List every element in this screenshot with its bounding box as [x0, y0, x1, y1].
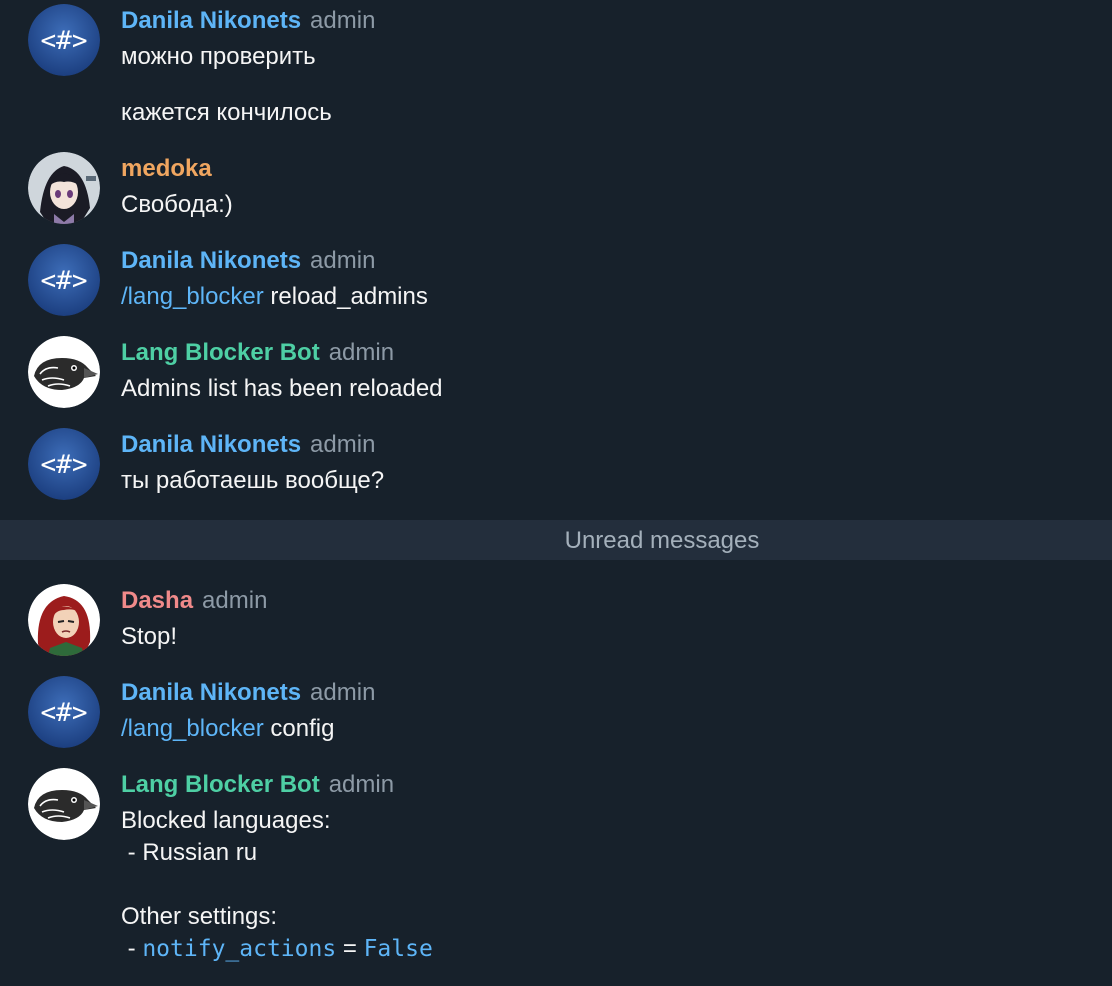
message-text: Blocked languages: — [121, 807, 331, 834]
message-text: Свобода:) — [121, 191, 233, 218]
danila-avatar[interactable]: <#> — [28, 676, 100, 748]
bot-command-link[interactable]: /lang_blocker — [121, 715, 264, 742]
hash-code-avatar-icon: <#> — [28, 244, 100, 316]
author-name[interactable]: Danila Nikonets — [121, 431, 301, 458]
bot-avatar[interactable] — [28, 336, 100, 408]
role-badge: admin — [310, 679, 376, 706]
svg-text:<#>: <#> — [41, 698, 88, 728]
message-text: - notify_actions = False — [121, 933, 433, 965]
hash-code-avatar-icon: <#> — [28, 428, 100, 500]
chat-history: <#> Danila Nikonets admin можно проверить… — [0, 0, 1112, 986]
message-header: Dasha admin — [121, 586, 267, 616]
setting-key[interactable]: notify_actions — [142, 936, 336, 962]
svg-text:<#>: <#> — [41, 450, 88, 480]
message-header: Danila Nikonets admin — [121, 678, 375, 708]
message-header: Danila Nikonets admin — [121, 246, 375, 276]
message-text: Other settings: — [121, 903, 278, 930]
author-name[interactable]: Lang Blocker Bot — [121, 771, 320, 798]
hash-code-avatar-icon: <#> — [28, 676, 100, 748]
author-name[interactable]: Danila Nikonets — [121, 7, 301, 34]
role-badge: admin — [202, 587, 268, 614]
message-text: /lang_blocker config — [121, 713, 334, 745]
role-badge: admin — [328, 339, 395, 366]
setting-dash: - — [121, 935, 143, 962]
bird-avatar-icon — [28, 336, 100, 408]
red-hair-girl-avatar-icon — [28, 584, 100, 656]
message-text: можно проверить — [121, 43, 316, 70]
author-name[interactable]: Dasha — [121, 587, 193, 614]
message-header: Danila Nikonets admin — [121, 6, 375, 36]
role-badge: admin — [310, 431, 376, 458]
message-header: Danila Nikonets admin — [121, 430, 375, 460]
bird-avatar-icon — [28, 768, 100, 840]
message-text: - Russian ru — [121, 839, 258, 866]
dasha-avatar[interactable] — [28, 584, 100, 656]
role-badge: admin — [328, 771, 395, 798]
bot-avatar[interactable] — [28, 768, 100, 840]
author-name[interactable]: medoka — [121, 155, 212, 182]
message-text: кажется кончилось — [121, 99, 332, 126]
role-badge: admin — [310, 247, 376, 274]
message-text: Stop! — [121, 623, 178, 650]
author-name[interactable]: Danila Nikonets — [121, 247, 301, 274]
command-args: config — [263, 715, 335, 742]
unread-messages-label: Unread messages — [564, 527, 760, 554]
svg-text:<#>: <#> — [41, 26, 88, 56]
message-header: Lang Blocker Bot admin — [121, 338, 394, 368]
danila-avatar[interactable]: <#> — [28, 4, 100, 76]
author-name[interactable]: Lang Blocker Bot — [121, 339, 320, 366]
message-text: ты работаешь вообще? — [121, 467, 385, 494]
setting-value[interactable]: False — [364, 936, 433, 962]
bot-command-link[interactable]: /lang_blocker — [121, 283, 264, 310]
command-args: reload_admins — [263, 283, 428, 310]
danila-avatar[interactable]: <#> — [28, 428, 100, 500]
medoka-avatar[interactable] — [28, 152, 100, 224]
anime-girl-avatar-icon — [28, 152, 100, 224]
unread-messages-divider: Unread messages — [0, 520, 1112, 560]
hash-code-avatar-icon: <#> — [28, 4, 100, 76]
message-header: medoka — [121, 154, 212, 184]
setting-equals: = — [336, 935, 364, 962]
message-text: Admins list has been reloaded — [121, 375, 443, 402]
message-text: /lang_blocker reload_admins — [121, 281, 428, 313]
message-header: Lang Blocker Bot admin — [121, 770, 394, 800]
role-badge: admin — [310, 7, 376, 34]
author-name[interactable]: Danila Nikonets — [121, 679, 301, 706]
danila-avatar[interactable]: <#> — [28, 244, 100, 316]
svg-text:<#>: <#> — [41, 266, 88, 296]
